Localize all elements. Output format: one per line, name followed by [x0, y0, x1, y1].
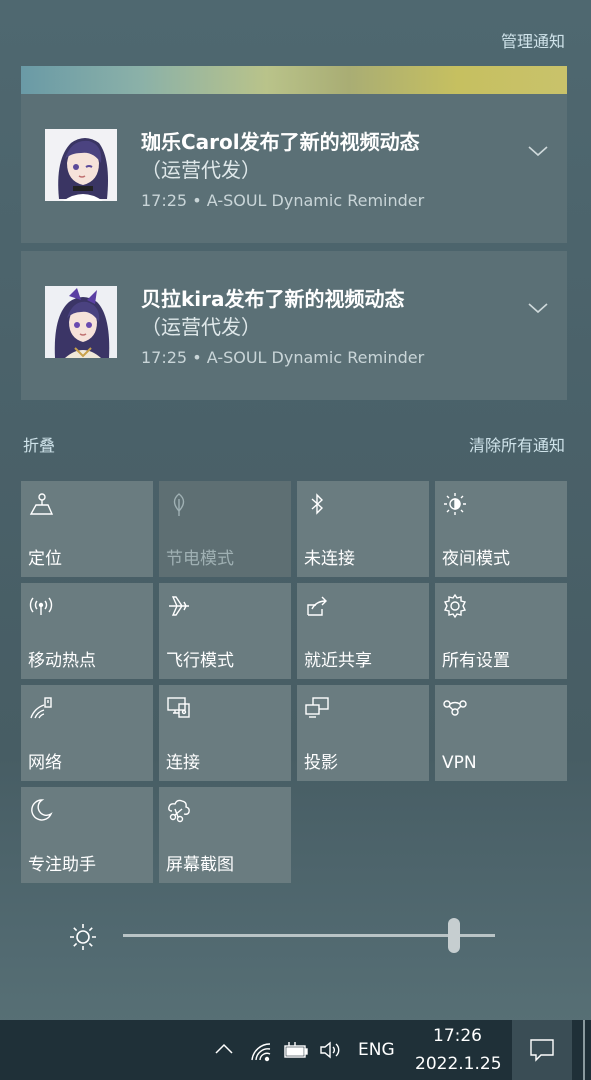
language-indicator[interactable]: ENG [358, 1040, 395, 1060]
tile-label: 网络 [28, 753, 62, 773]
tile-label: 屏幕截图 [166, 855, 234, 875]
brightness-slider-track[interactable] [123, 934, 495, 937]
kira-avatar [45, 286, 117, 358]
volume-icon[interactable] [319, 1040, 343, 1060]
tile-label: 移动热点 [28, 651, 96, 671]
clock-date[interactable]: 2022.1.25 [415, 1054, 502, 1074]
tile-battery-saver[interactable]: 节电模式 [159, 481, 291, 577]
action-center-icon [530, 1039, 554, 1062]
tile-label: 所有设置 [442, 651, 510, 671]
chevron-up-icon[interactable] [214, 1041, 234, 1057]
leaf-icon [173, 493, 185, 516]
tile-screen-snip[interactable]: 屏幕截图 [159, 787, 291, 883]
moon-icon [31, 799, 53, 821]
wifi-icon[interactable] [250, 1040, 272, 1062]
show-desktop-button[interactable] [583, 1020, 585, 1080]
tile-label: 投影 [304, 753, 338, 773]
notification-meta: 17:25 • A-SOUL Dynamic Reminder [141, 191, 425, 210]
network-icon [30, 697, 52, 719]
tile-night-light[interactable]: 夜间模式 [435, 481, 567, 577]
gear-icon [443, 593, 467, 619]
chevron-down-icon[interactable] [527, 144, 549, 158]
taskbar: ENG 17:26 2022.1.25 [0, 1020, 591, 1080]
tile-label: 专注助手 [28, 855, 96, 875]
vpn-icon [443, 700, 467, 716]
tile-label: VPN [442, 753, 477, 773]
tile-airplane-mode[interactable]: 飞行模式 [159, 583, 291, 679]
tile-label: 节电模式 [166, 549, 234, 569]
snip-icon [168, 799, 190, 823]
brightness-slider-thumb[interactable] [448, 918, 461, 953]
tile-location[interactable]: 定位 [21, 481, 153, 577]
tile-label: 连接 [166, 753, 200, 773]
chevron-down-icon[interactable] [527, 301, 549, 315]
manage-notifications-link[interactable]: 管理通知 [501, 28, 565, 52]
carol-avatar [45, 129, 117, 201]
tile-focus-assist[interactable]: 专注助手 [21, 787, 153, 883]
hotspot-icon [29, 597, 53, 615]
connect-icon [167, 697, 190, 718]
tile-label: 定位 [28, 549, 62, 569]
notification-card[interactable]: 贝拉kira发布了新的视频动态 （运营代发） 17:25 • A-SOUL Dy… [21, 251, 567, 400]
notification-subtitle: （运营代发） [141, 158, 261, 182]
notification-meta: 17:25 • A-SOUL Dynamic Reminder [141, 348, 425, 367]
battery-icon[interactable] [283, 1040, 309, 1060]
notification-card[interactable]: 珈乐Carol发布了新的视频动态 （运营代发） 17:25 • A-SOUL D… [21, 94, 567, 243]
tile-label: 夜间模式 [442, 549, 510, 569]
location-icon [29, 493, 54, 515]
tile-network[interactable]: 网络 [21, 685, 153, 781]
tile-vpn[interactable]: VPN [435, 685, 567, 781]
tile-mobile-hotspot[interactable]: 移动热点 [21, 583, 153, 679]
nearby-share-icon [307, 596, 327, 616]
sun-icon [70, 924, 96, 950]
notification-subtitle: （运营代发） [141, 315, 261, 339]
collapse-link[interactable]: 折叠 [23, 432, 55, 456]
bluetooth-icon [311, 493, 324, 515]
tile-label: 未连接 [304, 549, 355, 569]
notification-title: 贝拉kira发布了新的视频动态 [141, 287, 405, 311]
tile-connect[interactable]: 连接 [159, 685, 291, 781]
notification-title: 珈乐Carol发布了新的视频动态 [141, 130, 420, 154]
action-center-button[interactable] [512, 1020, 572, 1080]
project-icon [305, 697, 329, 718]
notification-banner-image [21, 66, 567, 94]
quick-actions-grid: 定位 节电模式 未连接 夜间模式 移动热点 飞行模式 就近共享 所有设置 网络 … [21, 481, 567, 883]
tile-project[interactable]: 投影 [297, 685, 429, 781]
brightness-row [0, 912, 591, 958]
clear-all-notifications-link[interactable]: 清除所有通知 [469, 432, 565, 456]
tile-all-settings[interactable]: 所有设置 [435, 583, 567, 679]
tile-label: 飞行模式 [166, 651, 234, 671]
tile-nearby-sharing[interactable]: 就近共享 [297, 583, 429, 679]
night-light-icon [444, 493, 466, 515]
tile-bluetooth[interactable]: 未连接 [297, 481, 429, 577]
tile-label: 就近共享 [304, 651, 372, 671]
clock-time[interactable]: 17:26 [433, 1026, 482, 1046]
airplane-icon [169, 596, 189, 616]
